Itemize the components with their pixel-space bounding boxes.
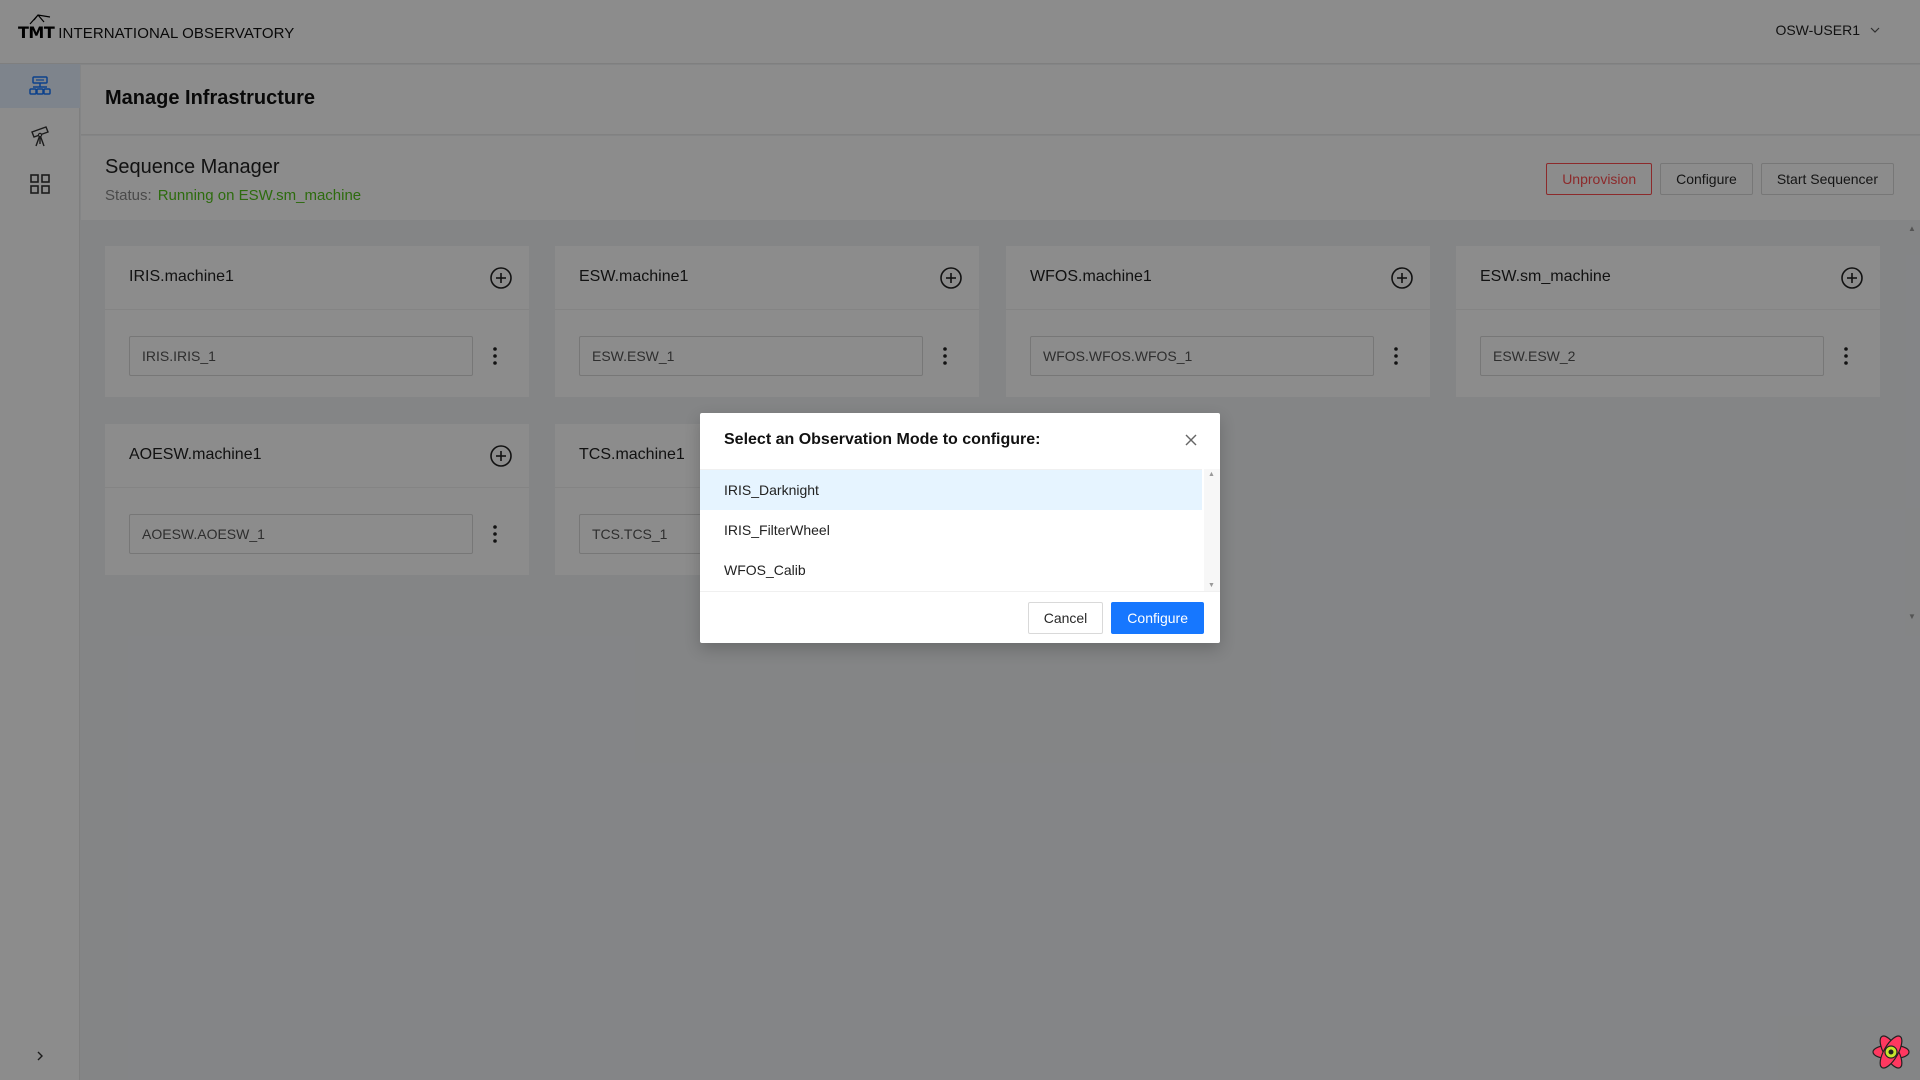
modal-footer: Cancel Configure <box>700 591 1220 643</box>
modal-configure-button[interactable]: Configure <box>1111 602 1204 634</box>
modal-title: Select an Observation Mode to configure: <box>724 431 1041 448</box>
observation-mode-modal: Select an Observation Mode to configure:… <box>700 413 1220 643</box>
observation-mode-option[interactable]: IRIS_Darknight <box>700 470 1202 510</box>
observation-mode-option[interactable]: WFOS_Calib <box>700 550 1202 590</box>
react-devtools-icon[interactable] <box>1870 1031 1912 1073</box>
observation-mode-option[interactable]: IRIS_FilterWheel <box>700 510 1202 550</box>
close-icon[interactable] <box>1180 429 1202 451</box>
cancel-button[interactable]: Cancel <box>1027 602 1104 634</box>
list-scrollbar[interactable]: ▲ ▼ <box>1204 469 1220 591</box>
scroll-down-arrow[interactable]: ▼ <box>1208 582 1215 589</box>
observation-mode-list: IRIS_Darknight IRIS_FilterWheel WFOS_Cal… <box>700 469 1202 591</box>
scroll-up-arrow[interactable]: ▲ <box>1208 471 1215 478</box>
